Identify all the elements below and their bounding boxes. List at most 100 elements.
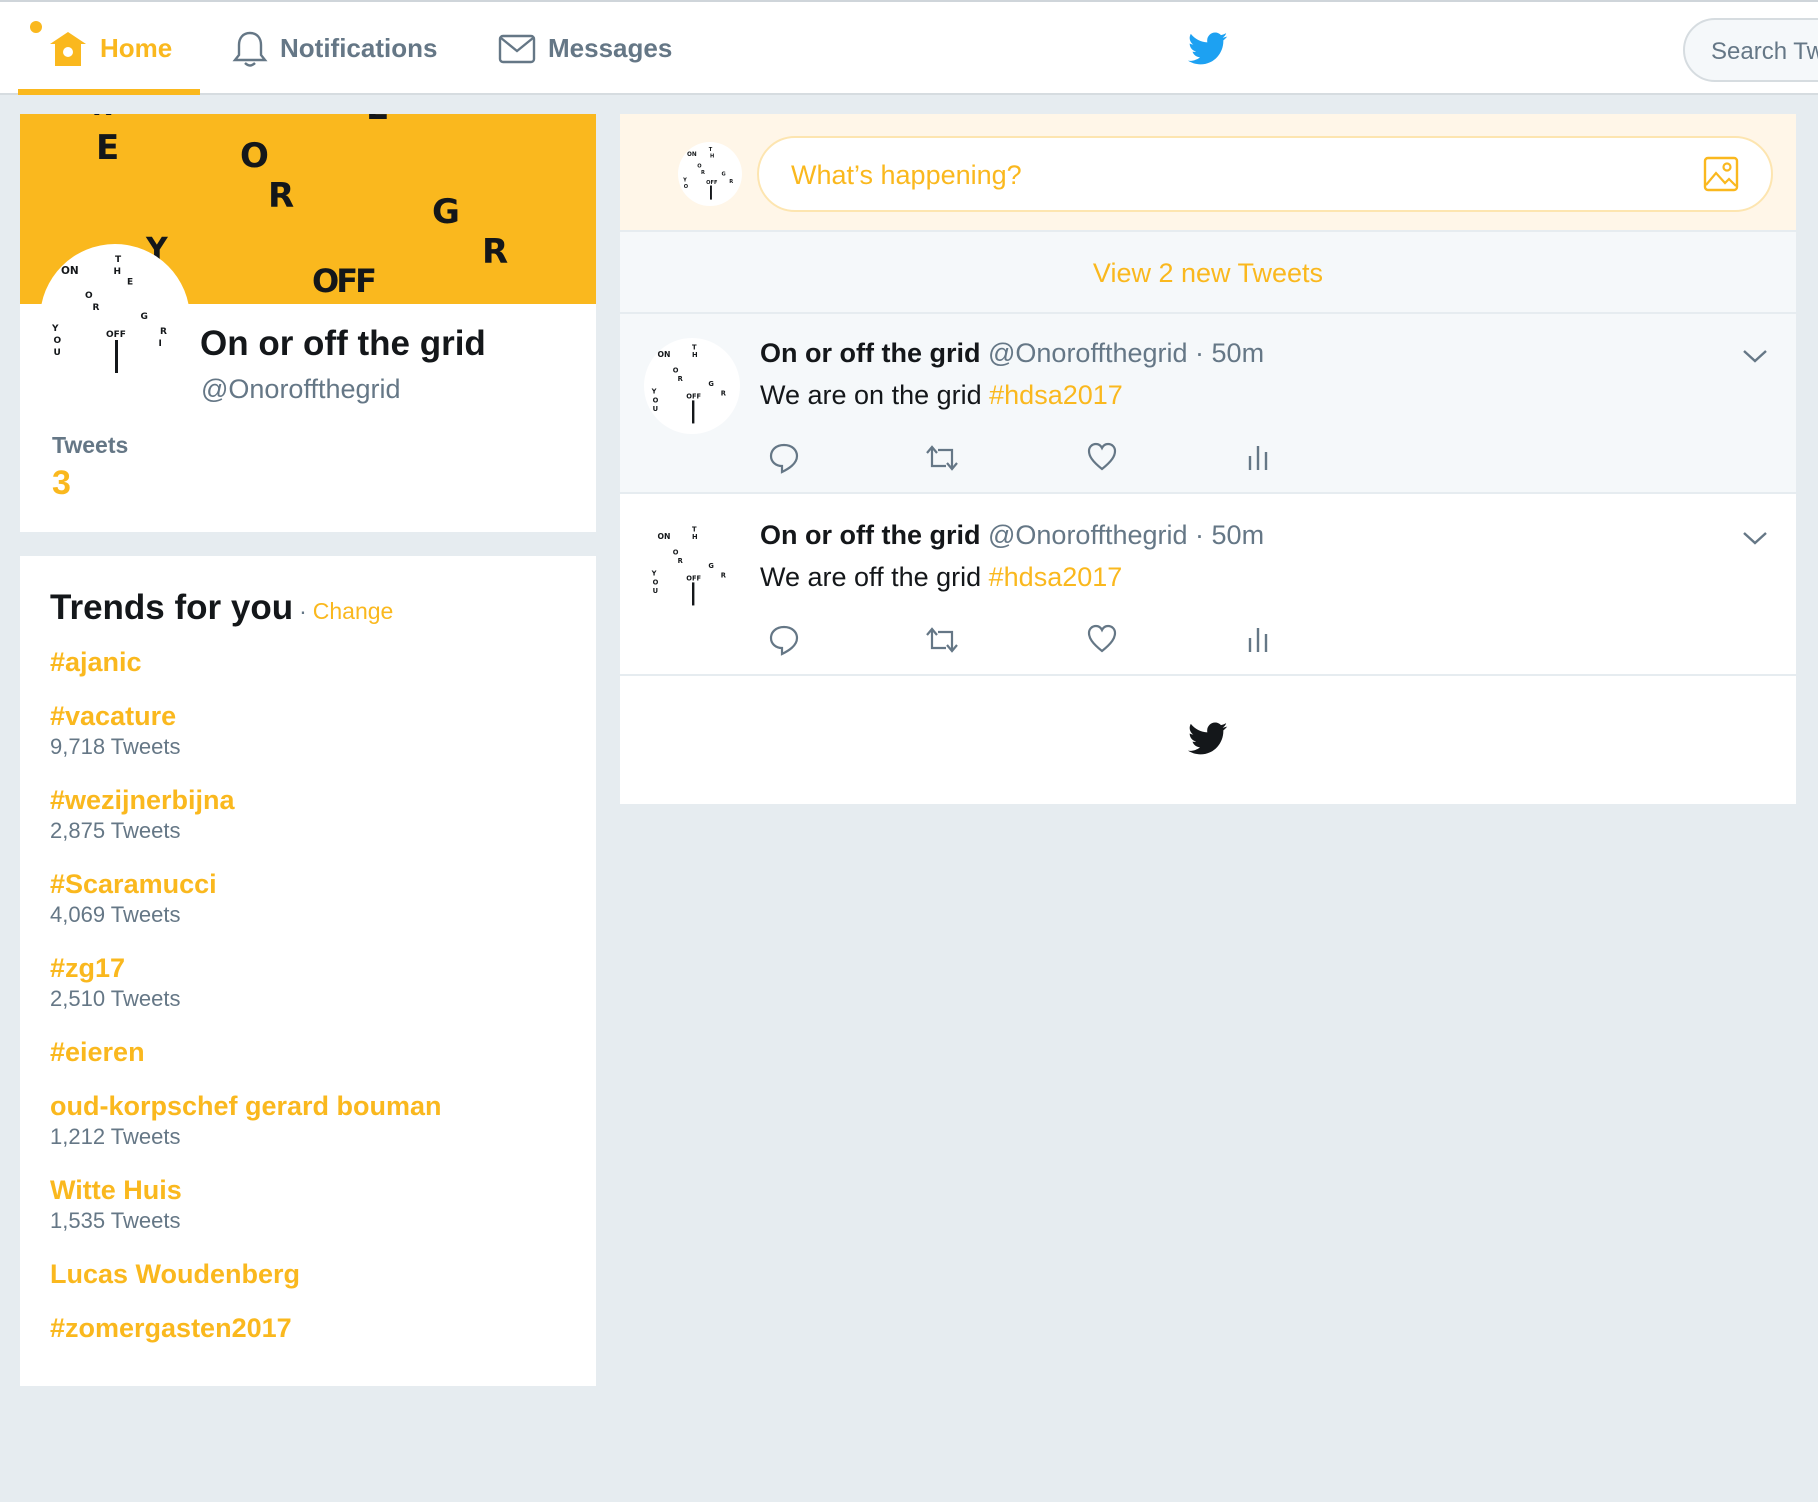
svg-text:Y: Y bbox=[682, 178, 687, 184]
trend-item[interactable]: #ajanic bbox=[50, 646, 566, 678]
trend-item[interactable]: #wezijnerbijna 2,875 Tweets bbox=[50, 784, 566, 846]
svg-text:ON: ON bbox=[657, 532, 670, 541]
top-navigation-bar: Home Notifications Messages Search Tw bbox=[0, 0, 1818, 95]
heart-icon[interactable] bbox=[1086, 442, 1118, 477]
svg-text:O: O bbox=[85, 291, 93, 301]
nav-home-label: Home bbox=[100, 33, 173, 63]
composer-avatar: ON T H ORG RYO OFF bbox=[678, 142, 742, 206]
trend-item[interactable]: Witte Huis 1,535 Tweets bbox=[50, 1174, 566, 1236]
tweet-timestamp[interactable]: · 50m bbox=[1195, 338, 1264, 368]
svg-text:G: G bbox=[141, 312, 148, 322]
svg-text:H: H bbox=[692, 533, 698, 541]
trend-tweet-count: 1,535 Tweets bbox=[50, 1208, 181, 1233]
retweet-icon[interactable] bbox=[924, 442, 960, 479]
tweet-author-handle[interactable]: @Onoroffthegrid bbox=[988, 338, 1188, 368]
svg-text:R: R bbox=[721, 390, 727, 398]
envelope-icon bbox=[498, 33, 536, 65]
tweet-avatar[interactable]: ON T H ORG RYOU OFF bbox=[644, 520, 740, 616]
banner-letter: OFF bbox=[312, 262, 377, 300]
trend-item[interactable]: #eieren bbox=[50, 1036, 566, 1068]
home-icon bbox=[48, 30, 88, 68]
trend-item[interactable]: #vacature 9,718 Tweets bbox=[50, 700, 566, 762]
tweet-body: We are off the grid bbox=[760, 562, 989, 592]
banner-letter: E bbox=[96, 128, 120, 168]
svg-text:R: R bbox=[678, 375, 684, 383]
tweet-timestamp[interactable]: · 50m bbox=[1195, 520, 1264, 550]
chevron-down-icon[interactable] bbox=[1742, 530, 1768, 551]
tweet[interactable]: ON T H ORG RYOU OFF On or off the grid @On… bbox=[620, 496, 1796, 676]
view-new-tweets-bar[interactable]: View 2 new Tweets bbox=[620, 232, 1796, 314]
svg-text:Y: Y bbox=[651, 570, 657, 578]
trends-change-link[interactable]: Change bbox=[313, 598, 394, 625]
svg-text:ON: ON bbox=[657, 350, 670, 359]
svg-text:O: O bbox=[673, 549, 679, 557]
trend-name[interactable]: #eieren bbox=[50, 1036, 566, 1068]
reply-icon[interactable] bbox=[768, 442, 800, 479]
trends-header: Trends for you · Change bbox=[50, 588, 566, 628]
svg-text:Y: Y bbox=[51, 324, 59, 334]
tweets-count-label[interactable]: Tweets bbox=[52, 432, 128, 459]
svg-text:R: R bbox=[721, 572, 727, 580]
trend-item[interactable]: oud-korpschef gerard bouman 1,212 Tweets bbox=[50, 1090, 566, 1152]
trend-name[interactable]: #Scaramucci bbox=[50, 868, 566, 900]
search-input[interactable]: Search Tw bbox=[1683, 18, 1818, 82]
trend-tweet-count: 4,069 Tweets bbox=[50, 902, 181, 927]
compose-tweet-input[interactable]: What’s happening? bbox=[757, 136, 1773, 212]
nav-home[interactable]: Home bbox=[48, 2, 172, 95]
retweet-icon[interactable] bbox=[924, 624, 960, 661]
tweets-count-value[interactable]: 3 bbox=[52, 464, 71, 503]
svg-text:OFF: OFF bbox=[106, 330, 126, 340]
svg-text:ON: ON bbox=[61, 265, 79, 277]
trend-name[interactable]: #wezijnerbijna bbox=[50, 784, 566, 816]
tweet-header: On or off the grid @Onoroffthegrid · 50m bbox=[760, 338, 1264, 369]
banner-letter: R bbox=[92, 114, 112, 122]
svg-text:R: R bbox=[678, 557, 684, 565]
profile-handle[interactable]: @Onoroffthegrid bbox=[201, 374, 401, 405]
tweet-text: We are on the grid #hdsa2017 bbox=[760, 380, 1123, 411]
analytics-icon[interactable] bbox=[1246, 442, 1270, 477]
tweet-author-handle[interactable]: @Onoroffthegrid bbox=[988, 520, 1188, 550]
tweet[interactable]: ON T H ORG RYOU OFF On or off the grid @On… bbox=[620, 314, 1796, 494]
tweet-hashtag[interactable]: #hdsa2017 bbox=[989, 562, 1123, 592]
svg-text:R: R bbox=[701, 170, 705, 176]
nav-messages[interactable]: Messages bbox=[498, 2, 672, 95]
trend-name[interactable]: #ajanic bbox=[50, 646, 566, 678]
trend-name[interactable]: #zomergasten2017 bbox=[50, 1312, 566, 1344]
svg-text:U: U bbox=[653, 405, 658, 413]
trend-name[interactable]: #vacature bbox=[50, 700, 566, 732]
analytics-icon[interactable] bbox=[1246, 624, 1270, 659]
profile-name[interactable]: On or off the grid bbox=[200, 324, 486, 364]
svg-text:ON: ON bbox=[687, 152, 697, 158]
trend-item[interactable]: #Scaramucci 4,069 Tweets bbox=[50, 868, 566, 930]
tweet-author-name[interactable]: On or off the grid bbox=[760, 520, 980, 550]
svg-text:G: G bbox=[708, 380, 714, 388]
trend-name[interactable]: Witte Huis bbox=[50, 1174, 566, 1206]
tweet-avatar[interactable]: ON T H ORG RYOU OFF bbox=[644, 338, 740, 434]
trend-name[interactable]: #zg17 bbox=[50, 952, 566, 984]
nav-notifications[interactable]: Notifications bbox=[232, 2, 437, 95]
svg-text:G: G bbox=[708, 562, 714, 570]
trends-separator: · bbox=[299, 598, 307, 624]
tweet-hashtag[interactable]: #hdsa2017 bbox=[989, 380, 1123, 410]
svg-text:H: H bbox=[710, 153, 714, 159]
trend-name[interactable]: Lucas Woudenberg bbox=[50, 1258, 566, 1290]
add-image-icon[interactable] bbox=[1703, 156, 1739, 199]
svg-text:OFF: OFF bbox=[706, 180, 718, 186]
trend-item[interactable]: Lucas Woudenberg bbox=[50, 1258, 566, 1290]
chevron-down-icon[interactable] bbox=[1742, 348, 1768, 369]
twitter-bird-icon[interactable] bbox=[1188, 32, 1228, 71]
tweet-author-name[interactable]: On or off the grid bbox=[760, 338, 980, 368]
reply-icon[interactable] bbox=[768, 624, 800, 661]
profile-card: R E O R L G R OFF Y ON T H E O R G R I Y… bbox=[20, 114, 596, 532]
trend-name[interactable]: oud-korpschef gerard bouman bbox=[50, 1090, 566, 1122]
trend-item[interactable]: #zomergasten2017 bbox=[50, 1312, 566, 1344]
trends-title: Trends for you bbox=[50, 588, 294, 627]
svg-text:O: O bbox=[653, 578, 659, 586]
twitter-bird-icon bbox=[1188, 722, 1228, 761]
profile-avatar[interactable]: ON T H E O R G R I Y O U OFF bbox=[40, 244, 190, 394]
banner-letter: G bbox=[432, 192, 460, 232]
trend-item[interactable]: #zg17 2,510 Tweets bbox=[50, 952, 566, 1014]
active-tab-indicator bbox=[18, 89, 200, 95]
banner-letter: R bbox=[268, 176, 295, 216]
heart-icon[interactable] bbox=[1086, 624, 1118, 659]
